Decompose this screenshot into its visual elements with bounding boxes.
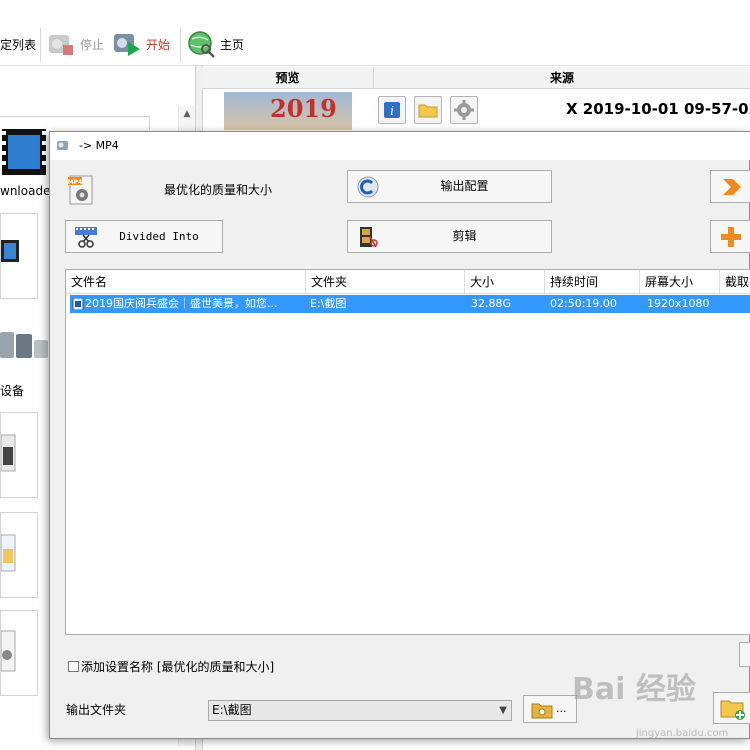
stop-label: 停止 <box>80 37 105 52</box>
device-label: 设备 <box>0 384 25 398</box>
output-folder-select[interactable]: E:\截图 ▼ <box>208 700 512 721</box>
column-resolution[interactable]: 屏幕大小 <box>640 270 720 294</box>
svg-text:i: i <box>390 104 394 118</box>
browse-folder-button[interactable]: ... <box>523 695 577 723</box>
output-config-label: 输出配置 <box>440 179 489 193</box>
baidu-watermark: Bai 经验 <box>572 672 696 707</box>
main-toolbar: 定列表 停止 开始 主页 <box>0 0 750 66</box>
toolbar-separator <box>40 28 41 62</box>
divided-into-button[interactable]: Divided Into <box>65 220 223 253</box>
plus-icon <box>721 227 741 247</box>
output-config-icon <box>357 176 379 198</box>
film-icon <box>1 240 19 262</box>
clip-label: 剪辑 <box>452 229 477 243</box>
file-list[interactable]: 文件名 文件夹 大小 持续时间 屏幕大小 截取 2019国庆阅兵盛会｜盛世美景，… <box>65 269 750 635</box>
svg-text:MP4: MP4 <box>68 179 83 186</box>
divide-scissors-icon <box>75 227 97 248</box>
column-size[interactable]: 大小 <box>465 270 545 294</box>
row-folder: E:\截图 <box>310 297 347 310</box>
download-label: wnloade <box>0 184 51 198</box>
home-label: 主页 <box>220 37 245 52</box>
scroll-up-arrow-icon[interactable]: ▲ <box>179 106 195 122</box>
mp4-file-icon <box>0 434 16 472</box>
output-folder-value: E:\截图 <box>212 703 252 717</box>
open-folder-button[interactable] <box>414 96 442 124</box>
preview-thumbnail-text: 2019 <box>270 94 337 123</box>
file-list-header: 文件名 文件夹 大小 持续时间 屏幕大小 截取 <box>66 270 750 294</box>
output-folder-label: 输出文件夹 <box>66 703 127 717</box>
start-label: 开始 <box>146 37 171 52</box>
add-file-button[interactable] <box>710 220 750 253</box>
left-tile-mp4[interactable] <box>0 412 38 498</box>
source-filename: X 2019-10-01 09-57-02-0 <box>566 100 750 118</box>
download-video-icon[interactable] <box>0 127 48 177</box>
left-tile-audio[interactable] <box>0 610 38 696</box>
stop-icon <box>46 29 76 59</box>
profile-label: 最优化的质量和大小 <box>164 183 273 197</box>
table-row[interactable]: 2019国庆阅兵盛会｜盛世美景，如您... E:\截图 32.88G 02:50… <box>70 295 750 313</box>
list-button[interactable]: 定列表 <box>0 28 36 60</box>
list-label: 定列表 <box>0 37 37 52</box>
preview-thumbnail: 2019 <box>224 92 352 130</box>
column-preview[interactable]: 预览 <box>202 67 374 89</box>
row-filename: 2019国庆阅兵盛会｜盛世美景，如您... <box>85 297 278 310</box>
arrow-right-icon <box>723 179 741 195</box>
start-button[interactable]: 开始 <box>112 28 170 60</box>
left-tile-image[interactable] <box>0 512 38 598</box>
folder-icon <box>418 104 438 118</box>
next-button[interactable] <box>710 170 750 203</box>
row-size: 32.88G <box>471 297 512 310</box>
add-setting-name-option[interactable]: 添加设置名称 [最优化的质量和大小] <box>68 658 274 675</box>
new-folder-button[interactable] <box>713 692 750 724</box>
column-clip[interactable]: 截取 <box>720 270 750 294</box>
add-setting-name-label: 添加设置名称 [最优化的质量和大小] <box>81 660 275 674</box>
folder-add-icon <box>720 700 745 720</box>
side-small-button[interactable] <box>739 642 750 667</box>
output-config-button[interactable]: 输出配置 <box>347 170 552 203</box>
start-icon <box>112 29 142 59</box>
info-button[interactable]: i <box>378 96 406 124</box>
column-source[interactable]: 来源 <box>374 67 750 89</box>
film-scissors-icon <box>360 227 378 248</box>
chevron-down-icon[interactable]: ▼ <box>499 701 507 720</box>
settings-button[interactable] <box>450 96 478 124</box>
home-globe-icon <box>186 29 216 59</box>
column-folder[interactable]: 文件夹 <box>306 270 465 294</box>
home-button[interactable]: 主页 <box>186 28 244 60</box>
divided-into-label: Divided Into <box>119 230 199 243</box>
toolbar-separator <box>180 28 181 62</box>
column-filename[interactable]: 文件名 <box>66 270 306 294</box>
left-tile-video[interactable] <box>0 213 38 299</box>
dialog-titlebar[interactable]: -> MP4 <box>50 132 750 160</box>
clip-button[interactable]: 剪辑 <box>347 220 552 253</box>
audio-file-icon <box>0 630 16 672</box>
video-file-icon <box>72 298 84 310</box>
gear-icon <box>454 100 474 120</box>
task-list-header: 预览 来源 <box>202 67 750 89</box>
folder-icon <box>531 703 553 719</box>
row-clip <box>726 295 750 313</box>
column-duration[interactable]: 持续时间 <box>545 270 640 294</box>
stop-button[interactable]: 停止 <box>46 28 104 60</box>
row-duration: 02:50:19.00 <box>550 297 617 310</box>
browse-dots: ... <box>556 702 567 715</box>
app-icon <box>57 141 68 150</box>
device-icons <box>0 326 48 366</box>
row-resolution: 1920x1080 <box>647 297 710 310</box>
image-file-icon <box>0 534 16 572</box>
convert-dialog: -> MP4 MP4 最优化的质量和大小 输出配置 Divided Into 剪… <box>49 131 750 739</box>
dialog-title: -> MP4 <box>79 139 119 152</box>
baidu-watermark-url: jingyan.baidu.com <box>636 728 729 739</box>
mp4-format-icon: MP4 <box>66 174 96 205</box>
info-icon: i <box>384 102 400 118</box>
add-setting-name-checkbox[interactable] <box>68 661 79 672</box>
